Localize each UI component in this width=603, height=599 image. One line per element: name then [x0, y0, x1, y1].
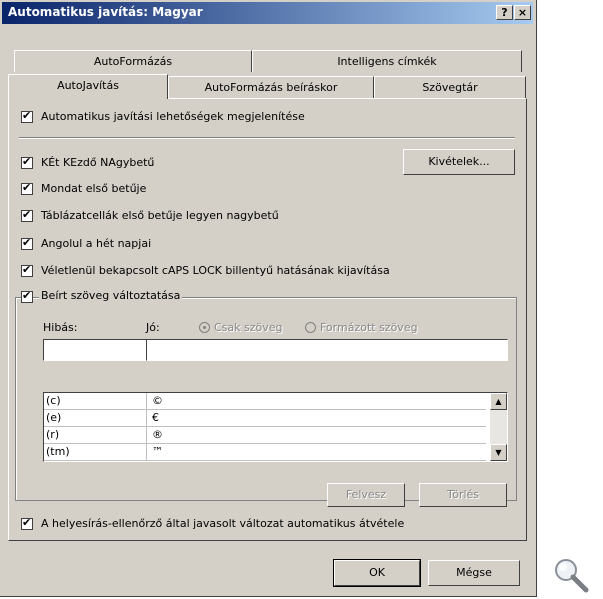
- wrong-text-input[interactable]: [43, 339, 147, 361]
- replace-text-label: Beírt szöveg változtatása: [39, 289, 183, 302]
- scroll-up-arrow-icon[interactable]: ▲: [490, 393, 507, 410]
- delete-button[interactable]: Törlés: [419, 483, 507, 507]
- right-label: Jó:: [146, 321, 160, 334]
- scroll-down-arrow-icon[interactable]: ▼: [490, 444, 507, 461]
- ok-button[interactable]: OK: [333, 559, 421, 587]
- spell-checker-label: A helyesírás-ellenőrző által javasolt vá…: [41, 517, 405, 530]
- autocorrect-panel: Automatikus javítási lehetőségek megjele…: [8, 98, 527, 541]
- two-initial-caps-checkbox[interactable]: [21, 155, 33, 169]
- list-row-right: ©: [152, 394, 163, 407]
- table-cell-cap-label: Táblázatcellák első betűje legyen nagybe…: [41, 209, 279, 222]
- sentence-cap-label: Mondat első betűje: [41, 182, 147, 195]
- formatted-text-label: Formázott szöveg: [320, 321, 418, 334]
- title-bar: Automatikus javítás: Magyar ? ×: [2, 2, 533, 24]
- list-row-wrong: (e): [46, 411, 62, 424]
- sentence-cap-checkbox[interactable]: [21, 181, 33, 195]
- table-cell-cap-checkbox[interactable]: [21, 208, 33, 222]
- cancel-button[interactable]: Mégse: [428, 560, 520, 586]
- list-row[interactable]: (tm) ™: [44, 444, 486, 461]
- plain-text-label: Csak szöveg: [214, 321, 283, 334]
- close-button[interactable]: ×: [514, 5, 531, 20]
- day-names-label: Angolul a hét napjai: [41, 237, 152, 250]
- list-row-wrong: (c): [46, 394, 61, 407]
- list-row-wrong: (r): [46, 428, 60, 441]
- tab-autoformat-as-you-type[interactable]: AutoFormázás beíráskor: [168, 76, 374, 98]
- wrong-label: Hibás:: [43, 321, 78, 334]
- autocorrect-dialog: Automatikus javítás: Magyar ? × AutoForm…: [0, 0, 537, 597]
- two-initial-caps-label: KÉt KEzdő NAgybetű: [41, 156, 155, 169]
- column-divider: [146, 410, 147, 426]
- column-divider: [146, 444, 147, 460]
- exceptions-button[interactable]: Kivételek...: [403, 149, 515, 175]
- day-names-checkbox[interactable]: [21, 236, 33, 250]
- list-row-right: ®: [152, 428, 163, 441]
- tab-autotext[interactable]: Szövegtár: [374, 76, 526, 98]
- column-divider: [146, 427, 147, 443]
- window-title: Automatikus javítás: Magyar: [8, 5, 203, 19]
- list-row[interactable]: (r) ®: [44, 427, 486, 444]
- caps-lock-checkbox[interactable]: [21, 263, 33, 277]
- show-buttons-checkbox[interactable]: [21, 109, 33, 123]
- plain-text-radio[interactable]: [199, 322, 210, 333]
- tab-autocorrect[interactable]: AutoJavítás: [8, 74, 168, 99]
- separator: [19, 137, 515, 139]
- right-text-input[interactable]: [146, 339, 508, 361]
- replacement-list[interactable]: (c) © (e) € (r) ® (tm) ™ ▲ ▼: [43, 392, 508, 462]
- list-row[interactable]: (c) ©: [44, 393, 486, 410]
- help-button[interactable]: ?: [496, 5, 513, 20]
- list-scrollbar[interactable]: ▲ ▼: [490, 393, 507, 461]
- spell-checker-checkbox[interactable]: [21, 516, 33, 530]
- magnifier-icon[interactable]: [551, 555, 591, 595]
- replace-text-checkbox[interactable]: [21, 289, 33, 303]
- formatted-text-radio[interactable]: [305, 322, 316, 333]
- list-row[interactable]: (e) €: [44, 410, 486, 427]
- list-row-wrong: (tm): [46, 445, 70, 458]
- tab-smart-tags[interactable]: Intelligens címkék: [252, 50, 522, 72]
- show-buttons-label: Automatikus javítási lehetőségek megjele…: [41, 110, 305, 123]
- list-row-right: €: [152, 411, 159, 424]
- list-row-right: ™: [152, 445, 163, 458]
- column-divider: [146, 393, 147, 409]
- tab-autoformat[interactable]: AutoFormázás: [14, 50, 252, 72]
- add-button[interactable]: Felvesz: [327, 483, 405, 507]
- caps-lock-label: Véletlenül bekapcsolt cAPS LOCK billenty…: [41, 264, 390, 277]
